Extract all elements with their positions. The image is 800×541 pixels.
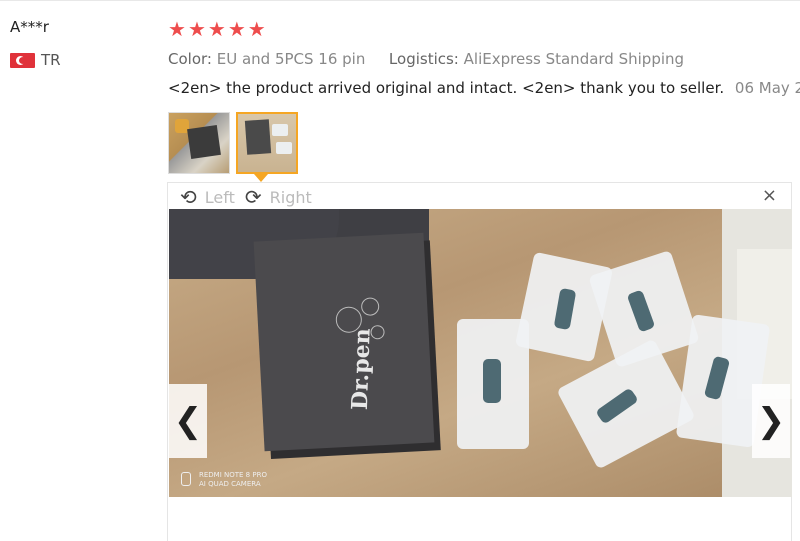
rotate-left-icon: ⟲ <box>180 185 197 209</box>
review-text: <2en> the product arrived original and i… <box>168 79 725 97</box>
logistics-label: Logistics: <box>388 50 459 68</box>
star-icon: ★ <box>168 17 186 41</box>
selected-thumbnail-indicator <box>254 174 268 182</box>
previous-image-button[interactable]: ❮ <box>169 384 207 458</box>
product-box-text: Dr.pen <box>346 327 376 411</box>
reviewer-info: A***r TR <box>10 18 61 69</box>
next-image-button[interactable]: ❯ <box>752 384 790 458</box>
rating-stars: ★ ★ ★ ★ ★ <box>168 19 266 39</box>
review-thumbnail-1[interactable] <box>168 112 230 174</box>
star-icon: ★ <box>187 17 206 41</box>
turkey-flag-icon <box>10 52 35 68</box>
star-icon: ★ <box>207 17 226 41</box>
camera-logo-icon <box>181 472 191 486</box>
country-code: TR <box>41 51 61 69</box>
reviewer-name: A***r <box>10 18 49 36</box>
review-thumbnails <box>168 112 298 174</box>
star-icon: ★ <box>247 17 266 41</box>
product-box: Dr.pen <box>253 232 435 452</box>
rotate-right-button[interactable]: ⟳ Right <box>245 185 312 209</box>
review-attributes: Color: EU and 5PCS 16 pin Logistics: Ali… <box>168 50 684 68</box>
color-label: Color: <box>168 50 212 68</box>
star-icon: ★ <box>227 17 246 41</box>
top-divider <box>0 0 800 1</box>
rotate-left-button[interactable]: ⟲ Left <box>180 185 235 209</box>
rotate-left-label: Left <box>204 187 235 207</box>
review-text-row: <2en> the product arrived original and i… <box>168 79 800 97</box>
reviewer-country: TR <box>10 51 61 69</box>
image-viewer: ⟲ Left ⟳ Right × Dr.pen REDMI NOTE 8 PRO… <box>167 182 792 541</box>
viewer-toolbar: ⟲ Left ⟳ Right <box>180 185 322 209</box>
chevron-left-icon: ❮ <box>173 401 203 441</box>
rotate-right-icon: ⟳ <box>244 185 262 209</box>
review-date: 06 May 2021 <box>734 79 800 97</box>
review-photo: Dr.pen REDMI NOTE 8 PRO AI QUAD CAMERA <box>169 209 792 497</box>
rotate-right-label: Right <box>269 187 312 207</box>
close-icon[interactable]: × <box>762 185 777 206</box>
logistics-value: AliExpress Standard Shipping <box>463 50 685 68</box>
watermark-line-1: REDMI NOTE 8 PRO <box>199 471 267 479</box>
color-value: EU and 5PCS 16 pin <box>216 50 366 68</box>
camera-watermark: REDMI NOTE 8 PRO AI QUAD CAMERA <box>181 471 267 489</box>
watermark-line-2: AI QUAD CAMERA <box>199 480 261 488</box>
review-thumbnail-2[interactable] <box>236 112 298 174</box>
chevron-right-icon: ❯ <box>756 401 786 441</box>
